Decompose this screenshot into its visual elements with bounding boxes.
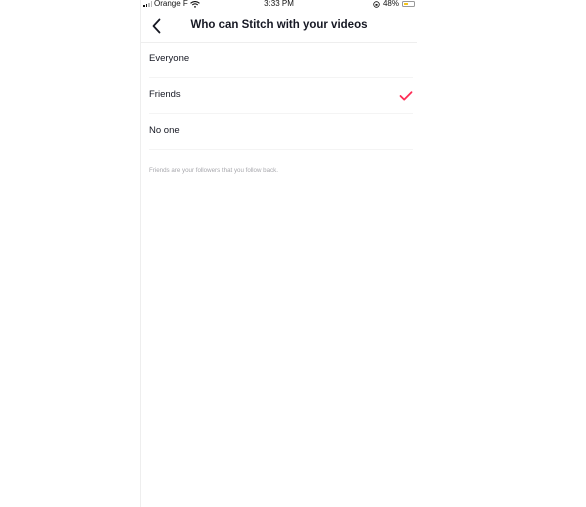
- option-friends[interactable]: Friends: [141, 78, 417, 114]
- option-label: Everyone: [149, 53, 190, 64]
- divider: [149, 149, 413, 150]
- option-no-one[interactable]: No one: [141, 114, 417, 150]
- status-right: 48%: [373, 0, 415, 9]
- page-title: Who can Stitch with your videos: [190, 19, 368, 31]
- hint-text: Friends are your followers that you foll…: [149, 167, 278, 174]
- status-bar: Orange F 3:33 PM 48%: [141, 0, 417, 10]
- header: Who can Stitch with your videos: [141, 10, 417, 43]
- phone-screen: Orange F 3:33 PM 48% Who can Stitch with…: [140, 0, 417, 507]
- battery-percent: 48%: [382, 0, 399, 8]
- orientation-lock-icon: [373, 0, 380, 8]
- option-label: Friends: [149, 89, 181, 100]
- battery-icon: [402, 1, 415, 7]
- checkmark-icon: [399, 91, 413, 101]
- page: Orange F 3:33 PM 48% Who can Stitch with…: [0, 0, 586, 507]
- battery-fill: [404, 3, 409, 5]
- option-label: No one: [149, 125, 180, 136]
- option-everyone[interactable]: Everyone: [141, 42, 417, 78]
